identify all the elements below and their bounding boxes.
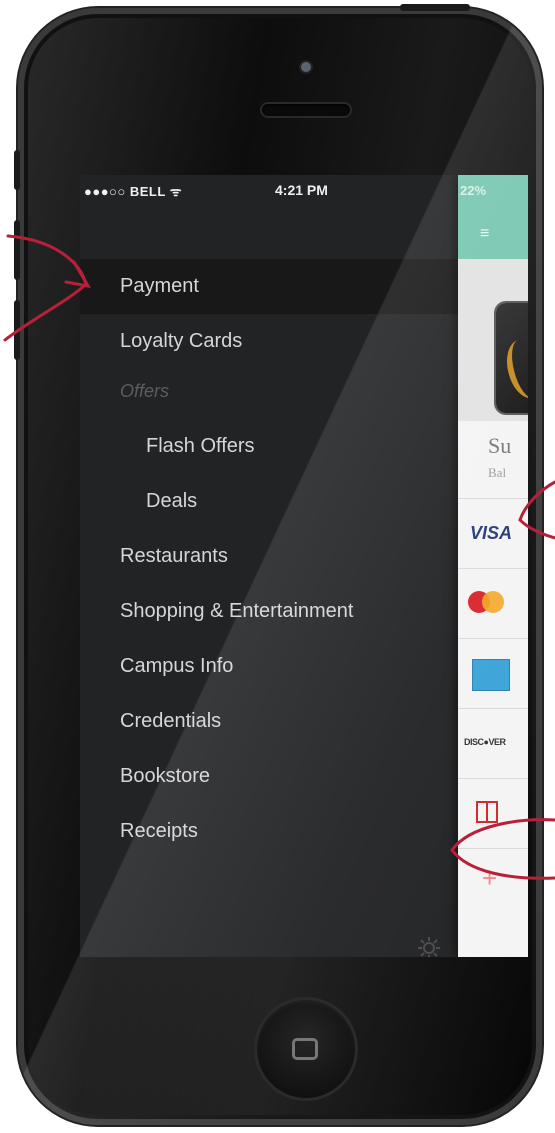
menu-item-flash-offers[interactable]: Flash Offers [80,419,458,474]
power-button [400,4,470,11]
menu-item-credentials[interactable]: Credentials [80,694,458,749]
volume-down-button [14,300,20,360]
menu-item-deals[interactable]: Deals [80,474,458,529]
battery-percentage: 22% [460,183,487,198]
hamburger-icon[interactable]: ≡ [480,225,489,243]
mute-switch [14,150,20,190]
side-menu: Payment Loyalty Cards Offers Flash Offers De… [80,259,458,859]
volume-up-button [14,220,20,280]
visa-logo: VISA [470,523,513,543]
discover-logo: DISC●VER [464,737,506,747]
menu-item-bookstore[interactable]: Bookstore [80,749,458,804]
status-time: 4:21 PM [275,182,328,198]
mastercard-row[interactable] [458,568,528,639]
menu-item-payment[interactable]: Payment [80,259,458,314]
carrier-signal: ●●●○○ BELL ᯤ [84,184,183,199]
earpiece-speaker [262,104,350,116]
screen: ●●●○○ BELL ᯤ 4:21 PM Payment Loyalty Card… [80,175,528,957]
mastercard-logo-overlap [482,591,504,613]
card-preview[interactable] [458,259,528,421]
add-payment-row[interactable]: + [458,848,528,919]
gift-icon [476,801,498,823]
menu-item-shopping-entertainment[interactable]: Shopping & Entertainment [80,584,458,639]
gift-card-row[interactable] [458,778,528,849]
card-title: Su [488,433,512,458]
gear-icon[interactable] [416,935,442,957]
menu-item-loyalty-cards[interactable]: Loyalty Cards [80,314,458,369]
app-header: 22% ≡ [458,175,528,259]
main-content-peek[interactable]: 22% ≡ Su Bal VISA DISC●VER + [458,175,528,957]
amex-logo [472,659,510,691]
amex-row[interactable] [458,638,528,709]
menu-section-offers: Offers [120,381,170,401]
card-balance-label: Bal [488,465,507,480]
front-camera [301,62,311,72]
menu-item-restaurants[interactable]: Restaurants [80,529,458,584]
menu-item-campus-info[interactable]: Campus Info [80,639,458,694]
add-icon: + [482,863,498,893]
visa-row[interactable]: VISA [458,498,528,569]
home-square-icon [292,1038,318,1060]
menu-item-receipts[interactable]: Receipts [80,804,458,859]
discover-row[interactable]: DISC●VER [458,708,528,779]
